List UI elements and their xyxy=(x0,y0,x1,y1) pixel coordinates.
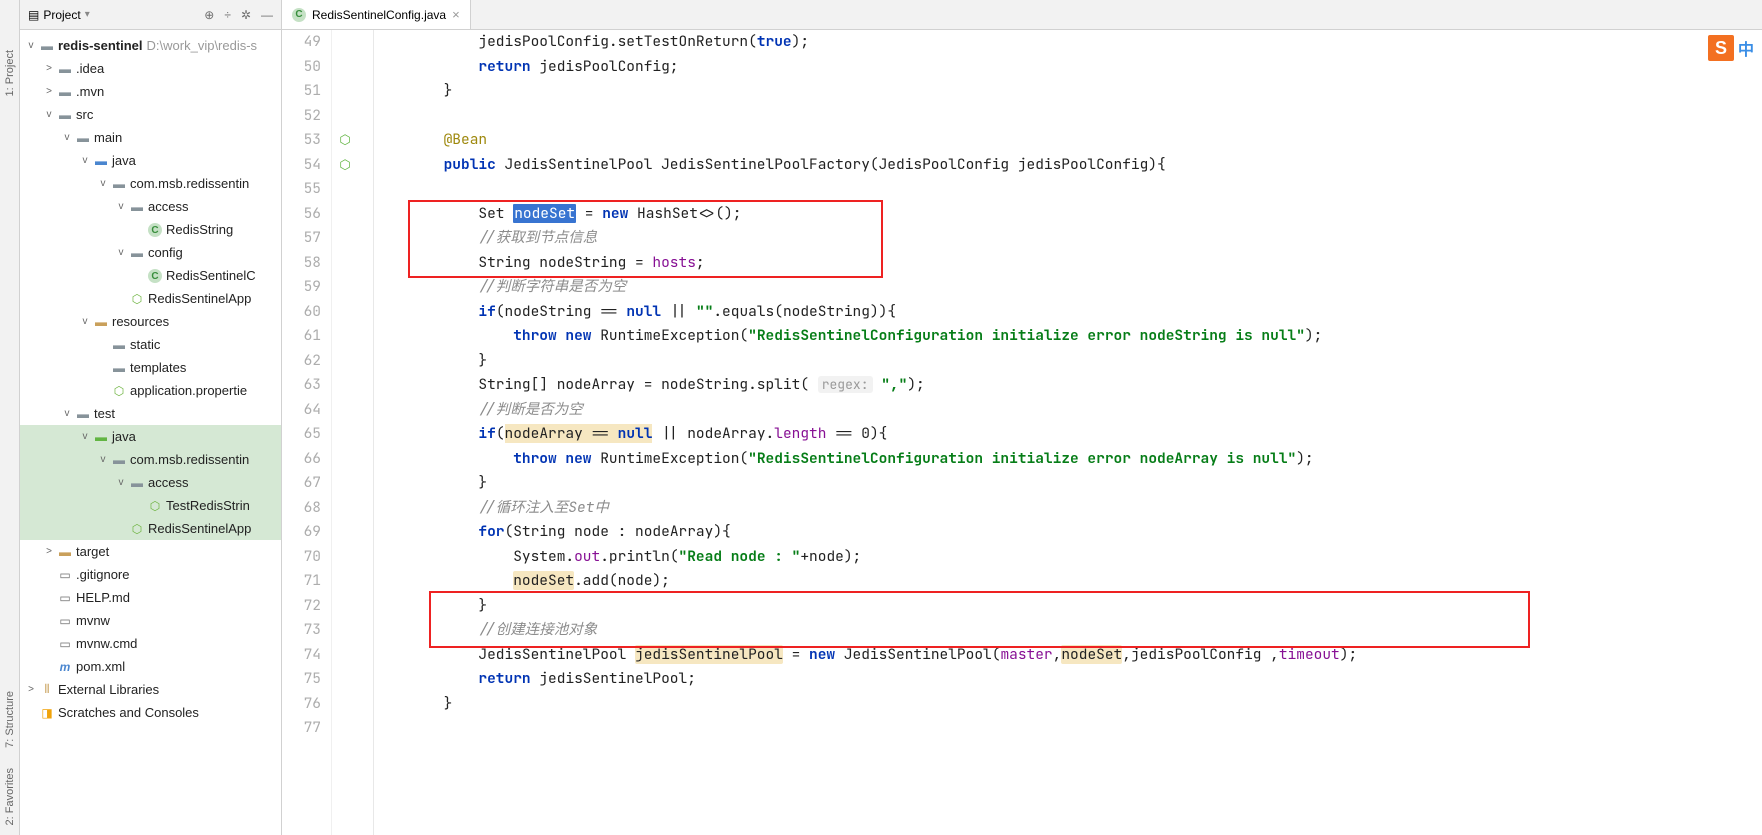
chinese-mode-icon[interactable]: 中 xyxy=(1738,36,1754,60)
tree-item[interactable]: ⬡RedisSentinelApp xyxy=(20,517,281,540)
tree-item[interactable]: v▬java xyxy=(20,425,281,448)
tree-item[interactable]: v▬access xyxy=(20,195,281,218)
gear-icon[interactable]: ✲ xyxy=(241,8,251,22)
ime-indicator: S 中 xyxy=(1708,35,1754,61)
line-gutter: 4950515253545556575859606162636465666768… xyxy=(282,30,332,835)
tree-item[interactable]: >▬.mvn xyxy=(20,80,281,103)
tree-item[interactable]: ⬡RedisSentinelApp xyxy=(20,287,281,310)
sogou-icon[interactable]: S xyxy=(1708,35,1734,61)
tree-item[interactable]: ▭mvnw.cmd xyxy=(20,632,281,655)
tree-item[interactable]: v▬com.msb.redissentin xyxy=(20,448,281,471)
tree-item[interactable]: ⬡TestRedisStrin xyxy=(20,494,281,517)
project-tree[interactable]: v ▬ redis-sentinel D:\work_vip\redis-s >… xyxy=(20,30,281,835)
tree-item[interactable]: ▬templates xyxy=(20,356,281,379)
tab-label: RedisSentinelConfig.java xyxy=(312,8,446,22)
tree-item[interactable]: ▭mvnw xyxy=(20,609,281,632)
tree-item[interactable]: v▬test xyxy=(20,402,281,425)
editor-tabs: C RedisSentinelConfig.java × xyxy=(282,0,1762,30)
tree-item[interactable]: v▬resources xyxy=(20,310,281,333)
project-sidebar: ▤ Project ▾ ⊕ ÷ ✲ — v ▬ redis-sentinel D… xyxy=(20,0,282,835)
tree-item[interactable]: v▬com.msb.redissentin xyxy=(20,172,281,195)
tree-item[interactable]: v▬src xyxy=(20,103,281,126)
rail-structure[interactable]: 7: Structure xyxy=(2,681,18,758)
tree-item[interactable]: v▬config xyxy=(20,241,281,264)
code-content[interactable]: jedisPoolConfig.setTestOnReturn(true); r… xyxy=(374,30,1762,835)
tree-item[interactable]: v▬access xyxy=(20,471,281,494)
tree-item[interactable]: ▭HELP.md xyxy=(20,586,281,609)
external-libraries[interactable]: > ⫴ External Libraries xyxy=(20,678,281,701)
left-tool-rail: 1: Project 7: Structure 2: Favorites xyxy=(0,0,20,835)
tab-active[interactable]: C RedisSentinelConfig.java × xyxy=(282,0,471,29)
gutter-icons: ⬡⬡ xyxy=(332,30,358,835)
close-icon[interactable]: × xyxy=(452,7,460,22)
tree-item[interactable]: ▭.gitignore xyxy=(20,563,281,586)
editor: C RedisSentinelConfig.java × 49505152535… xyxy=(282,0,1762,835)
project-icon: ▤ xyxy=(28,8,39,22)
sidebar-title: Project xyxy=(43,8,80,22)
expand-icon[interactable]: ÷ xyxy=(224,8,231,22)
tree-item[interactable]: >▬.idea xyxy=(20,57,281,80)
sidebar-header: ▤ Project ▾ ⊕ ÷ ✲ — xyxy=(20,0,281,30)
class-icon: C xyxy=(292,8,306,22)
rail-project[interactable]: 1: Project xyxy=(2,40,18,106)
rail-favorites[interactable]: 2: Favorites xyxy=(2,758,18,835)
tree-item[interactable]: >▬target xyxy=(20,540,281,563)
collapse-icon[interactable]: — xyxy=(261,8,273,22)
scratches[interactable]: ◨ Scratches and Consoles xyxy=(20,701,281,724)
locate-icon[interactable]: ⊕ xyxy=(204,8,214,22)
tree-item[interactable]: CRedisSentinelC xyxy=(20,264,281,287)
fold-column xyxy=(358,30,374,835)
dropdown-icon[interactable]: ▾ xyxy=(85,9,90,20)
tree-item[interactable]: ⬡application.propertie xyxy=(20,379,281,402)
tree-item[interactable]: v▬main xyxy=(20,126,281,149)
tree-item[interactable]: CRedisString xyxy=(20,218,281,241)
tree-root[interactable]: v ▬ redis-sentinel D:\work_vip\redis-s xyxy=(20,34,281,57)
tree-item[interactable]: mpom.xml xyxy=(20,655,281,678)
tree-item[interactable]: ▬static xyxy=(20,333,281,356)
tree-item[interactable]: v▬java xyxy=(20,149,281,172)
code-area[interactable]: 4950515253545556575859606162636465666768… xyxy=(282,30,1762,835)
